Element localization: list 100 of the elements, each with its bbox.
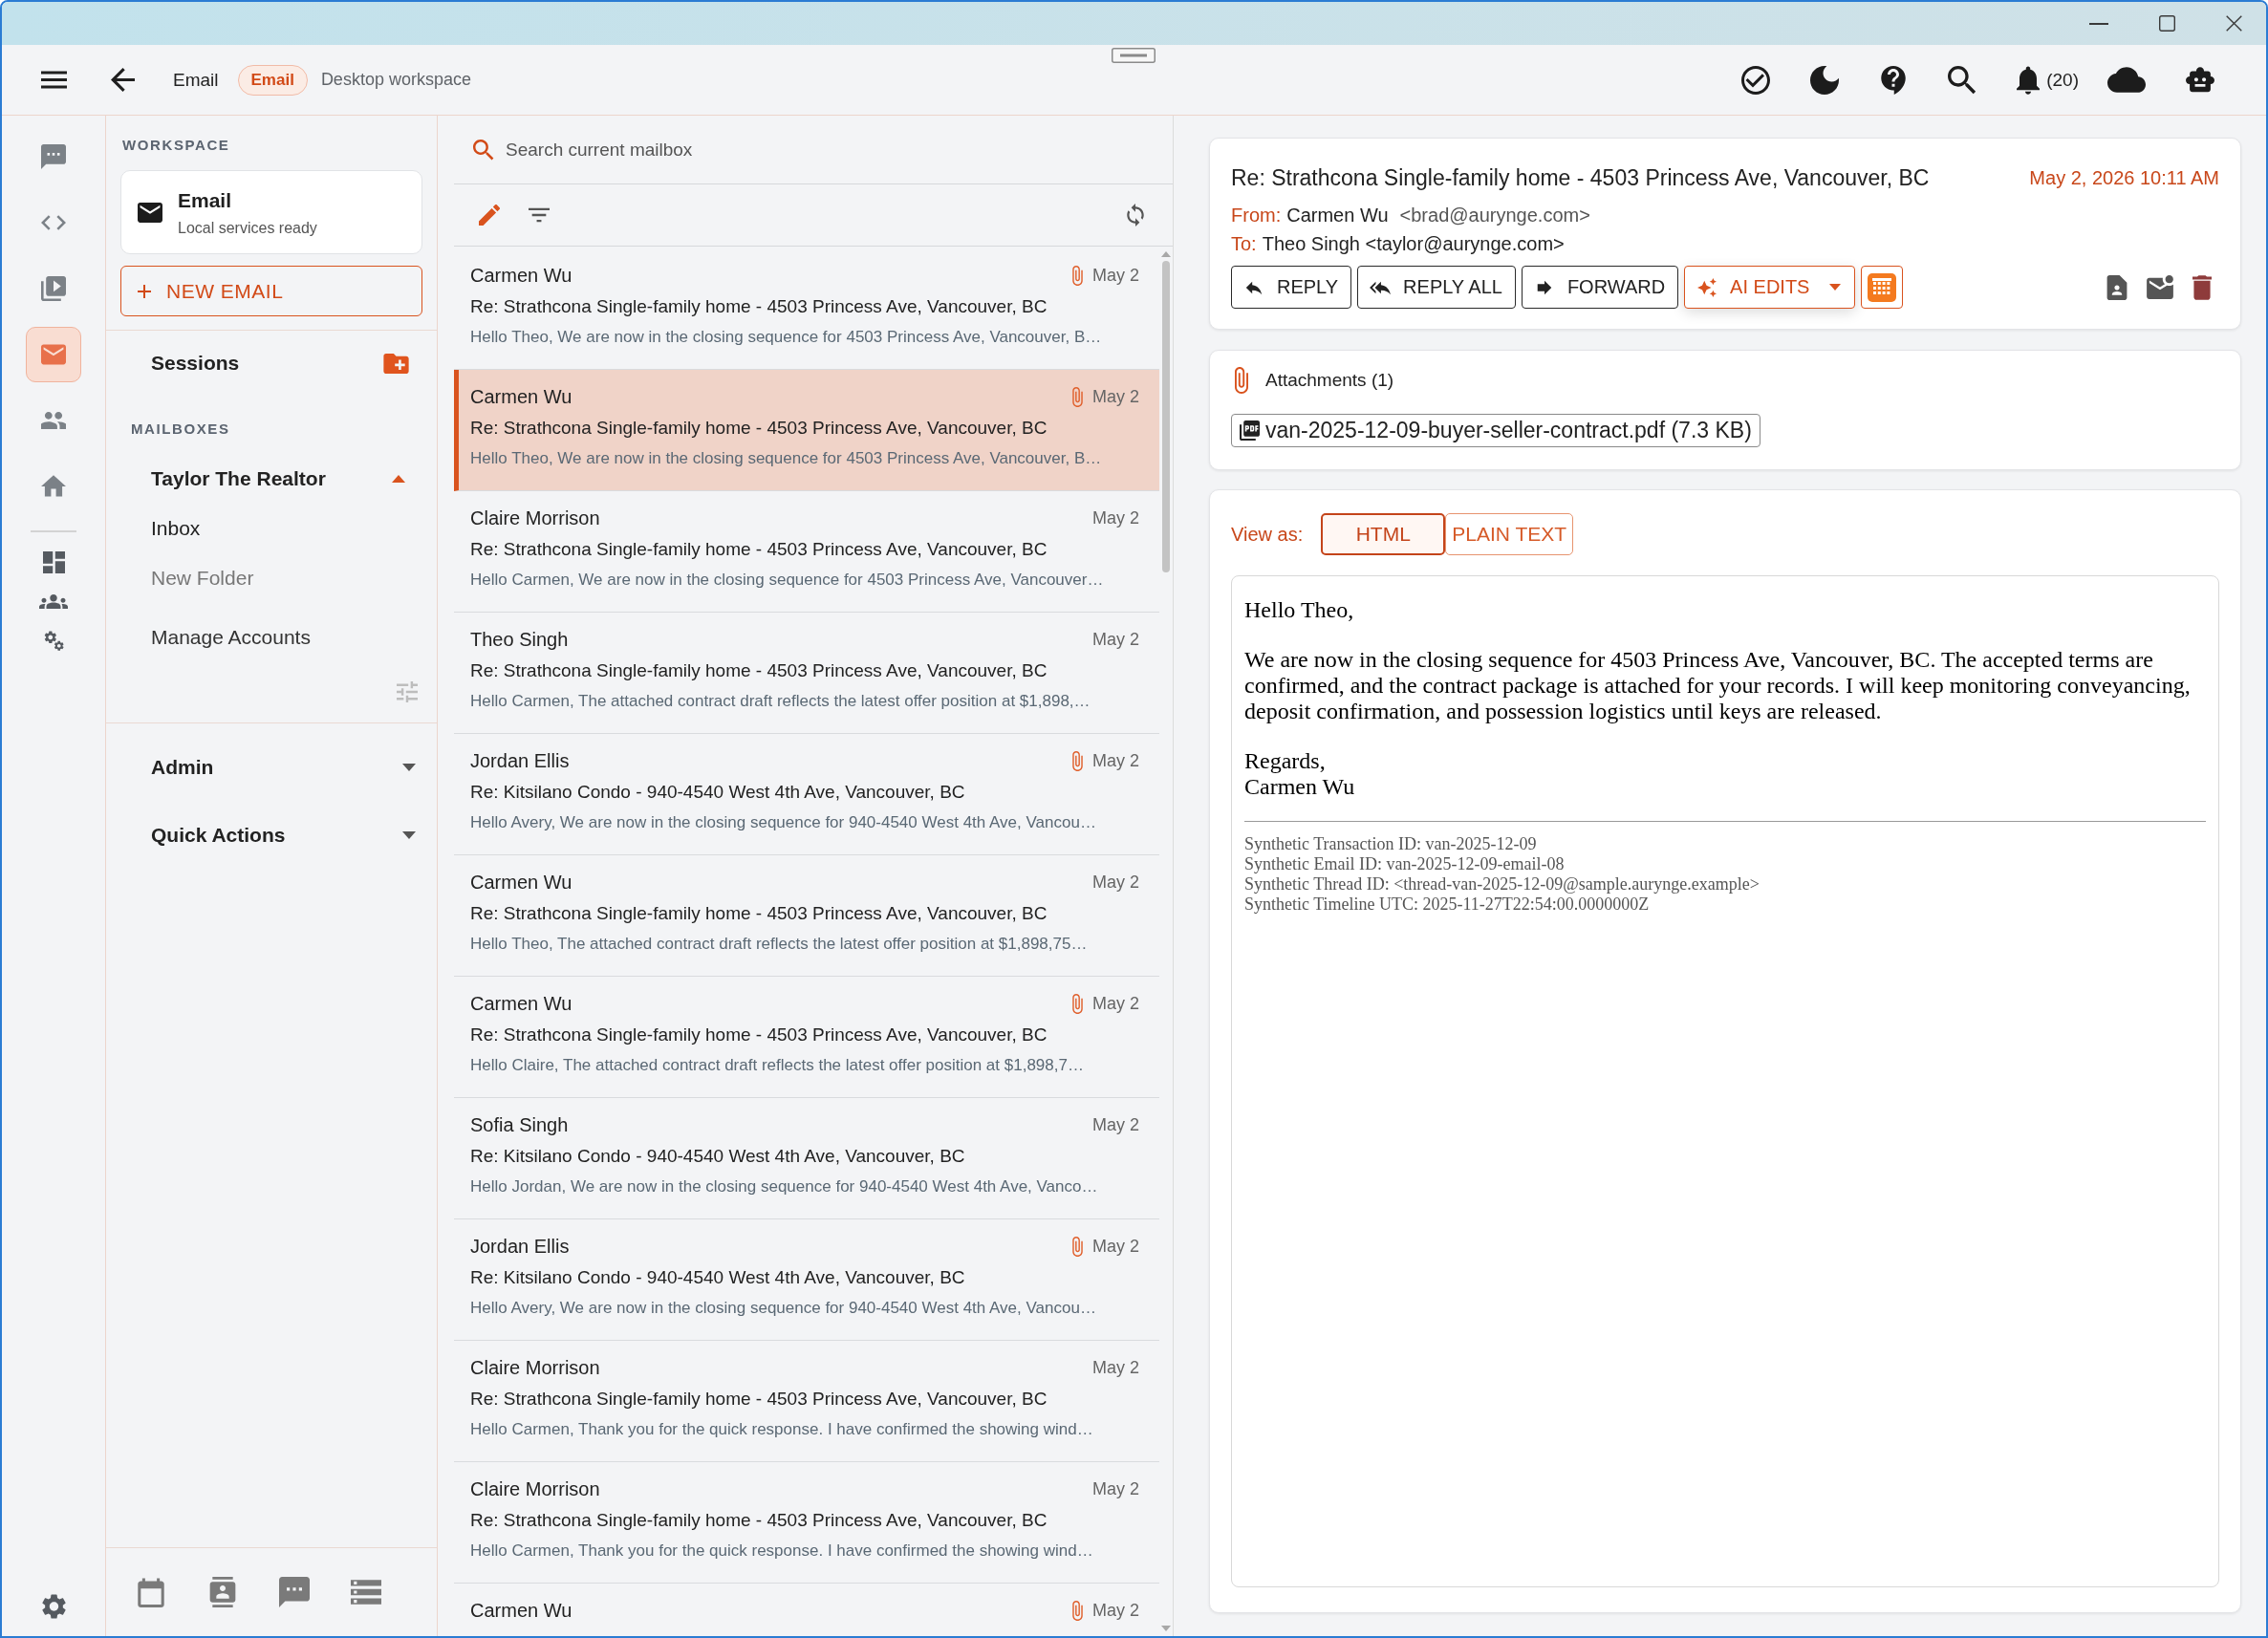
- email-metadata-line: Synthetic Email ID: van-2025-12-09-email-08: [1244, 854, 1566, 874]
- plus-icon: [138, 284, 151, 298]
- sender-name: Claire Morrison: [470, 1356, 600, 1379]
- maximize-icon[interactable]: [2159, 15, 2175, 32]
- trash-icon[interactable]: [2192, 274, 2212, 300]
- back-arrow-icon[interactable]: [111, 68, 135, 92]
- message-row[interactable]: Theo Singh May 2 Re: Strathcona Single-family home - 4503 Princess Ave, Vancouver, BC Hello Carmen, The attached contract draft reflects the latest offer position at $1,898,…: [454, 613, 1159, 734]
- dashboard-icon[interactable]: [42, 551, 65, 573]
- settings-icon[interactable]: [41, 1594, 66, 1619]
- message-subject: Re: Strathcona Single-family home - 4503 Princess Ave, Vancouver, BC: [470, 1509, 1048, 1532]
- group-icon[interactable]: [39, 594, 68, 609]
- message-date: May 2: [1091, 1236, 1139, 1257]
- cloud-icon[interactable]: [2107, 67, 2146, 93]
- contact-page-icon[interactable]: [2106, 274, 2128, 300]
- sender-name: Carmen Wu: [470, 1599, 572, 1622]
- message-row[interactable]: Carmen Wu May 2 Re: Strathcona Single-family home - 4503 Princess Ave, Vancouver, BC Hello Claire, The attached contract draft reflects the latest offer position at $1,898,7…: [454, 977, 1159, 1098]
- gears-icon[interactable]: [42, 630, 65, 652]
- new-email-button[interactable]: NEW EMAIL: [120, 266, 422, 316]
- email-metadata-line: Synthetic Thread ID: <thread-van-2025-12-09@sample.aurynge.example>: [1244, 874, 1760, 894]
- message-row[interactable]: Carmen Wu May 2: [454, 1584, 1159, 1636]
- section-label: MAILBOXES: [130, 420, 230, 438]
- calendar-icon[interactable]: [136, 1577, 166, 1607]
- close-icon[interactable]: [2226, 15, 2242, 32]
- message-date: May 2: [1091, 750, 1139, 771]
- folder-plus-icon[interactable]: [383, 353, 409, 374]
- message-subject: Re: Strathcona Single-family home - 4503 Princess Ave, Vancouver, BC: [470, 1388, 1048, 1411]
- pencil-icon[interactable]: [479, 205, 500, 226]
- list-icon[interactable]: [351, 1577, 381, 1607]
- contact-card-icon[interactable]: [207, 1577, 238, 1607]
- section-item[interactable]: Admin: [151, 756, 214, 779]
- view-option-tab[interactable]: PLAIN TEXT: [1445, 513, 1574, 555]
- sparkle-icon: [1696, 277, 1718, 297]
- search-icon[interactable]: [1948, 65, 1977, 95]
- message-row[interactable]: Claire Morrison May 2 Re: Strathcona Single-family home - 4503 Princess Ave, Vancouver, BC Hello Carmen, Thank you for the quick response. I have confirmed the showing wind…: [454, 1462, 1159, 1584]
- email-signature: Carmen Wu: [1244, 774, 1356, 800]
- caret-down-icon[interactable]: [402, 831, 416, 839]
- minimize-icon[interactable]: [2089, 22, 2108, 25]
- robot-icon[interactable]: [2186, 65, 2214, 95]
- sender-name: Claire Morrison: [470, 506, 600, 529]
- grid-button[interactable]: [1861, 266, 1904, 309]
- home-icon[interactable]: [41, 474, 66, 499]
- message-preview: Hello Carmen, Thank you for the quick response. I have confirmed the showing wind…: [470, 1541, 1094, 1562]
- sliders-icon[interactable]: [397, 681, 418, 702]
- caret-down-icon: [1829, 284, 1842, 291]
- email-metadata-line: Synthetic Timeline UTC: 2025-11-27T22:54:00.0000000Z: [1244, 894, 1651, 915]
- message-row[interactable]: Sofia Singh May 2 Re: Kitsilano Condo - 940-4540 West 4th Ave, Vancouver, BC Hello Jordan, We are now in the closing sequence for 940-4540 West 4th Ave, Vanco…: [454, 1098, 1159, 1219]
- video-library-icon[interactable]: [41, 276, 66, 301]
- view-option-tab[interactable]: HTML: [1321, 513, 1446, 555]
- message-row[interactable]: Claire Morrison May 2 Re: Strathcona Single-family home - 4503 Princess Ave, Vancouver, BC Hello Carmen, Thank you for the quick response. I have confirmed the showing wind…: [454, 1341, 1159, 1462]
- message-preview: Hello Avery, We are now in the closing sequence for 940-4540 West 4th Ave, Vancou…: [470, 1298, 1097, 1319]
- mail-badge-icon[interactable]: [2147, 275, 2173, 299]
- account-item[interactable]: Taylor The Realtor: [151, 467, 326, 490]
- sender-name: Sofia Singh: [470, 1113, 569, 1136]
- chat-icon[interactable]: [41, 144, 66, 169]
- section-label: WORKSPACE: [121, 137, 231, 154]
- message-date: May 2: [1091, 1114, 1139, 1135]
- ai-edits-button[interactable]: AI EDITS: [1684, 266, 1856, 309]
- message-row[interactable]: Carmen Wu May 2 Re: Strathcona Single-family home - 4503 Princess Ave, Vancouver, BC Hello Theo, The attached contract draft reflects the latest offer position at $1,898,75…: [454, 855, 1159, 977]
- message-row[interactable]: Jordan Ellis May 2 Re: Kitsilano Condo - 940-4540 West 4th Ave, Vancouver, BC Hello Avery, We are now in the closing sequence for 940-4540 West 4th Ave, Vancou…: [454, 1219, 1159, 1341]
- message-subject: Re: Kitsilano Condo - 940-4540 West 4th Ave, Vancouver, BC: [470, 1145, 966, 1168]
- message-date: May 2: [1091, 507, 1139, 528]
- chat-icon[interactable]: [279, 1577, 310, 1607]
- message-timestamp: May 2, 2026 10:11 AM: [2029, 166, 2219, 189]
- folder-item[interactable]: Inbox: [151, 517, 201, 540]
- message-row[interactable]: Carmen Wu May 2 Re: Strathcona Single-family home - 4503 Princess Ave, Vancouver, BC Hello Theo, We are now in the closing sequence for 4503 Princess Ave, Vancouver, B…: [454, 370, 1159, 491]
- sender-name: Carmen Wu: [470, 992, 572, 1015]
- sender-address: <brad@aurynge.com>: [1399, 204, 1590, 226]
- message-row[interactable]: Claire Morrison May 2 Re: Strathcona Single-family home - 4503 Princess Ave, Vancouver, BC Hello Carmen, We are now in the closing sequence for 4503 Princess Ave, Vancouver…: [454, 491, 1159, 613]
- caret-up-icon[interactable]: [392, 475, 405, 483]
- attachment-chip[interactable]: van-2025-12-09-buyer-seller-contract.pdf (7.3 KB): [1231, 414, 1760, 447]
- workspace-label: Desktop workspace: [320, 70, 471, 90]
- refresh-icon[interactable]: [1127, 204, 1144, 226]
- message-row[interactable]: Jordan Ellis May 2 Re: Kitsilano Condo - 940-4540 West 4th Ave, Vancouver, BC Hello Avery, We are now in the closing sequence for 940-4540 West 4th Ave, Vancou…: [454, 734, 1159, 855]
- sender-name: Claire Morrison: [470, 1477, 600, 1500]
- message-preview: Hello Carmen, The attached contract draft reflects the latest offer position at $1,898,…: [470, 691, 1091, 712]
- manage-accounts-item[interactable]: Manage Accounts: [151, 626, 311, 649]
- drag-handle-icon[interactable]: [1112, 48, 1156, 63]
- forward-button[interactable]: FORWARD: [1521, 266, 1679, 309]
- moon-icon[interactable]: [1810, 65, 1840, 95]
- reply-button[interactable]: REPLY: [1231, 266, 1352, 309]
- paperclip-icon: [1235, 367, 1248, 394]
- section-item[interactable]: Quick Actions: [151, 824, 286, 847]
- scrollbar-thumb[interactable]: [1162, 261, 1170, 572]
- workspace-card[interactable]: Email Local services ready: [120, 170, 422, 254]
- help-icon[interactable]: [1879, 65, 1909, 95]
- message-date: May 2: [1091, 1600, 1139, 1621]
- bell-icon[interactable]: [2017, 65, 2041, 95]
- message-preview: Hello Avery, We are now in the closing sequence for 940-4540 West 4th Ave, Vancou…: [470, 812, 1097, 833]
- rail-tab[interactable]: [26, 327, 81, 382]
- caret-down-icon[interactable]: [402, 764, 416, 771]
- reply-all-button[interactable]: REPLY ALL: [1357, 266, 1516, 309]
- sender-name: Carmen Wu: [1286, 204, 1389, 226]
- sessions-item[interactable]: Sessions: [151, 352, 240, 375]
- message-date: May 2: [1091, 993, 1139, 1014]
- message-subject: Re: Strathcona Single-family home - 4503 Princess Ave, Vancouver, BC: [470, 902, 1048, 925]
- new-folder-item[interactable]: New Folder: [151, 567, 254, 590]
- message-subject: Re: Kitsilano Condo - 940-4540 West 4th Ave, Vancouver, BC: [470, 781, 966, 804]
- menu-icon[interactable]: [41, 71, 67, 89]
- search-field[interactable]: Search current mailbox: [506, 135, 1154, 164]
- email-greeting: Hello Theo,: [1244, 597, 1355, 623]
